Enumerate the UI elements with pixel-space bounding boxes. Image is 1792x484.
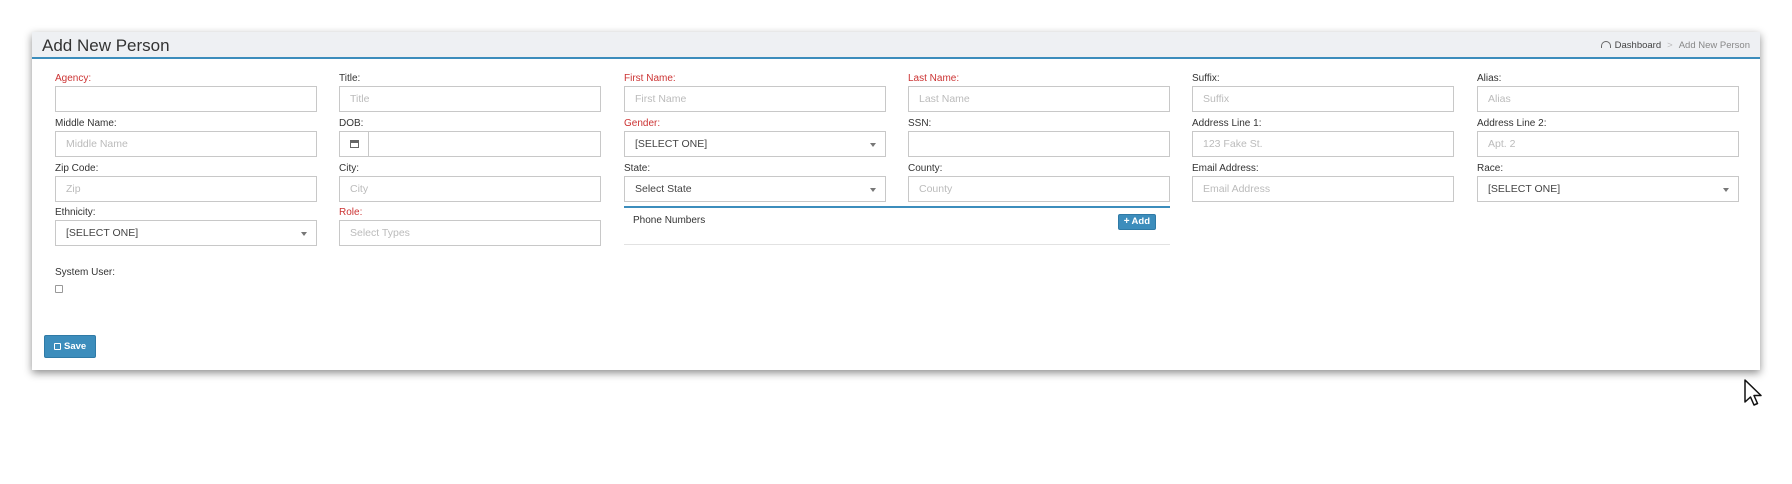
add-phone-label: Add xyxy=(1131,216,1150,227)
alias-label: Alias: xyxy=(1477,73,1502,84)
last-name-input[interactable]: Last Name xyxy=(908,86,1170,112)
agency-label: Agency: xyxy=(55,73,92,84)
state-selected-value: Select State xyxy=(635,183,692,195)
city-label: City: xyxy=(339,163,359,174)
race-label: Race: xyxy=(1477,163,1504,174)
ethnicity-select[interactable]: [SELECT ONE] xyxy=(55,220,317,246)
save-label: Save xyxy=(64,341,87,352)
agency-input[interactable] xyxy=(55,86,317,112)
system-user-label: System User: xyxy=(55,267,116,278)
breadcrumb: Dashboard > Add New Person xyxy=(1600,40,1750,51)
first-name-field-group: First Name: First Name xyxy=(624,72,886,112)
address-line-1-field-group: Address Line 1: 123 Fake St. xyxy=(1192,117,1454,157)
address-line-2-input[interactable]: Apt. 2 xyxy=(1477,131,1739,157)
phone-numbers-panel: Phone Numbers + Add xyxy=(624,206,1170,245)
state-select[interactable]: Select State xyxy=(624,176,886,202)
county-input[interactable]: County xyxy=(908,176,1170,202)
middle-name-field-group: Middle Name: Middle Name xyxy=(55,117,317,157)
plus-icon: + xyxy=(1123,216,1130,227)
alias-input[interactable]: Alias xyxy=(1477,86,1739,112)
dob-calendar-button[interactable] xyxy=(339,131,369,157)
mouse-cursor-icon xyxy=(1744,379,1762,406)
state-field-group: State: Select State xyxy=(624,162,886,202)
system-user-checkbox[interactable] xyxy=(55,285,63,293)
panel-header: Add New Person Dashboard > Add New Perso… xyxy=(32,32,1760,59)
ssn-input[interactable] xyxy=(908,131,1170,157)
dob-field-group: DOB: xyxy=(339,117,601,157)
race-field-group: Race: [SELECT ONE] xyxy=(1477,162,1739,202)
gender-select[interactable]: [SELECT ONE] xyxy=(624,131,886,157)
calendar-icon xyxy=(350,140,359,148)
page-title: Add New Person xyxy=(42,36,170,55)
middle-name-input[interactable]: Middle Name xyxy=(55,131,317,157)
ssn-label: SSN: xyxy=(908,118,932,129)
role-label: Role: xyxy=(339,207,363,218)
role-field-group: Role: Select Types xyxy=(339,206,601,246)
address-line-1-input[interactable]: 123 Fake St. xyxy=(1192,131,1454,157)
ssn-field-group: SSN: xyxy=(908,117,1170,157)
city-input[interactable]: City xyxy=(339,176,601,202)
floppy-disk-icon xyxy=(54,343,61,350)
dob-label: DOB: xyxy=(339,118,364,129)
county-label: County: xyxy=(908,163,943,174)
agency-field-group: Agency: xyxy=(55,72,317,112)
last-name-field-group: Last Name: Last Name xyxy=(908,72,1170,112)
save-button[interactable]: Save xyxy=(44,335,97,358)
county-field-group: County: County xyxy=(908,162,1170,202)
title-label: Title: xyxy=(339,73,361,84)
ethnicity-field-group: Ethnicity: [SELECT ONE] xyxy=(55,206,317,246)
suffix-label: Suffix: xyxy=(1192,73,1220,84)
address-line-1-label: Address Line 1: xyxy=(1192,118,1262,129)
title-field-group: Title: Title xyxy=(339,72,601,112)
middle-name-label: Middle Name: xyxy=(55,118,117,129)
ethnicity-selected-value: [SELECT ONE] xyxy=(66,227,139,239)
state-label: State: xyxy=(624,163,651,174)
chevron-down-icon xyxy=(870,188,876,192)
phone-numbers-title: Phone Numbers xyxy=(633,215,706,226)
address-line-2-field-group: Address Line 2: Apt. 2 xyxy=(1477,117,1739,157)
zip-label: Zip Code: xyxy=(55,163,99,174)
chevron-down-icon xyxy=(1723,188,1729,192)
address-line-2-label: Address Line 2: xyxy=(1477,118,1547,129)
title-input[interactable]: Title xyxy=(339,86,601,112)
ethnicity-label: Ethnicity: xyxy=(55,207,96,218)
system-user-field-group: System User: xyxy=(55,266,317,279)
dashboard-icon xyxy=(1600,41,1611,48)
breadcrumb-separator: > xyxy=(1667,40,1673,51)
chevron-down-icon xyxy=(870,143,876,147)
gender-field-group: Gender: [SELECT ONE] xyxy=(624,117,886,157)
suffix-input[interactable]: Suffix xyxy=(1192,86,1454,112)
email-label: Email Address: xyxy=(1192,163,1259,174)
dob-input[interactable] xyxy=(368,131,601,157)
zip-field-group: Zip Code: Zip xyxy=(55,162,317,202)
email-input[interactable]: Email Address xyxy=(1192,176,1454,202)
gender-selected-value: [SELECT ONE] xyxy=(635,138,708,150)
gender-label: Gender: xyxy=(624,118,661,129)
breadcrumb-dashboard-link[interactable]: Dashboard xyxy=(1615,40,1661,51)
first-name-input[interactable]: First Name xyxy=(624,86,886,112)
chevron-down-icon xyxy=(301,232,307,236)
role-input[interactable]: Select Types xyxy=(339,220,601,246)
alias-field-group: Alias: Alias xyxy=(1477,72,1739,112)
email-field-group: Email Address: Email Address xyxy=(1192,162,1454,202)
last-name-label: Last Name: xyxy=(908,73,960,84)
race-select[interactable]: [SELECT ONE] xyxy=(1477,176,1739,202)
zip-input[interactable]: Zip xyxy=(55,176,317,202)
first-name-label: First Name: xyxy=(624,73,676,84)
race-selected-value: [SELECT ONE] xyxy=(1488,183,1561,195)
breadcrumb-current: Add New Person xyxy=(1678,40,1750,51)
suffix-field-group: Suffix: Suffix xyxy=(1192,72,1454,112)
city-field-group: City: City xyxy=(339,162,601,202)
add-phone-button[interactable]: + Add xyxy=(1117,214,1156,230)
